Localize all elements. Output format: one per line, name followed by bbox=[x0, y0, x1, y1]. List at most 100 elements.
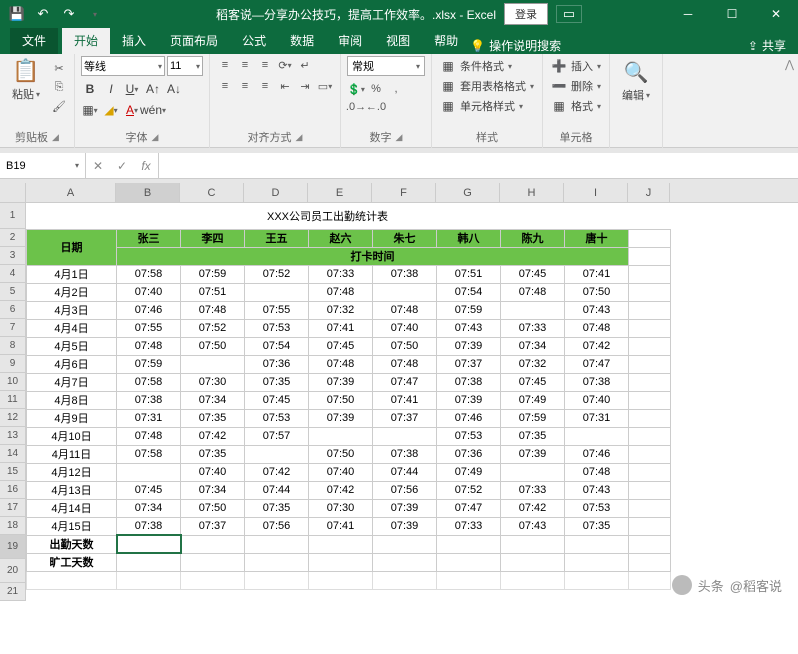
row-header-16[interactable]: 16 bbox=[0, 481, 26, 499]
redo-icon[interactable]: ↷ bbox=[58, 3, 80, 25]
tell-me-search[interactable]: 💡 操作说明搜索 bbox=[470, 37, 561, 54]
number-format-combo[interactable]: 常规▾ bbox=[347, 56, 425, 76]
delete-cells-button[interactable]: ➖删除▾ bbox=[549, 76, 603, 96]
conditional-format-button[interactable]: ▦条件格式▾ bbox=[438, 56, 536, 76]
row-header-17[interactable]: 17 bbox=[0, 499, 26, 517]
increase-indent-icon[interactable]: ⇥ bbox=[296, 77, 314, 95]
tab-file[interactable]: 文件 bbox=[10, 27, 58, 54]
row-header-14[interactable]: 14 bbox=[0, 445, 26, 463]
bold-button[interactable]: B bbox=[81, 80, 99, 98]
align-launcher-icon[interactable]: ◢ bbox=[296, 132, 303, 143]
tab-help[interactable]: 帮助 bbox=[422, 27, 470, 54]
col-header-G[interactable]: G bbox=[436, 183, 500, 202]
cut-icon[interactable]: ✂ bbox=[50, 60, 68, 76]
editing-button[interactable]: 🔍 编辑▾ bbox=[616, 56, 656, 107]
row-header-21[interactable]: 21 bbox=[0, 583, 26, 601]
worksheet[interactable]: XXX公司员工出勤统计表日期张三李四王五赵六朱七韩八陈九唐十打卡时间4月1日07… bbox=[26, 203, 671, 590]
selected-cell[interactable] bbox=[117, 535, 181, 553]
row-header-18[interactable]: 18 bbox=[0, 517, 26, 535]
increase-decimal-icon[interactable]: .0→ bbox=[347, 98, 365, 116]
col-header-C[interactable]: C bbox=[180, 183, 244, 202]
row-header-3[interactable]: 3 bbox=[0, 247, 26, 265]
share-button[interactable]: ⇪ 共享 bbox=[748, 37, 786, 54]
tab-view[interactable]: 视图 bbox=[374, 27, 422, 54]
row-header-19[interactable]: 19 bbox=[0, 535, 26, 559]
font-size-combo[interactable]: 11▾ bbox=[167, 56, 203, 76]
row-header-13[interactable]: 13 bbox=[0, 427, 26, 445]
name-box[interactable]: B19▾ bbox=[0, 153, 86, 178]
row-header-4[interactable]: 4 bbox=[0, 265, 26, 283]
col-header-I[interactable]: I bbox=[564, 183, 628, 202]
font-launcher-icon[interactable]: ◢ bbox=[152, 132, 159, 143]
tab-data[interactable]: 数据 bbox=[278, 27, 326, 54]
italic-button[interactable]: I bbox=[102, 80, 120, 98]
qat-dropdown-icon[interactable]: ▾ bbox=[84, 3, 106, 25]
cell-style-button[interactable]: ▦单元格样式▾ bbox=[438, 96, 536, 116]
table-format-button[interactable]: ▦套用表格格式▾ bbox=[438, 76, 536, 96]
col-header-D[interactable]: D bbox=[244, 183, 308, 202]
accept-formula-icon[interactable]: ✓ bbox=[110, 159, 134, 173]
login-button[interactable]: 登录 bbox=[504, 3, 548, 25]
ribbon-options-icon[interactable]: ▭ bbox=[556, 5, 582, 23]
orientation-icon[interactable]: ⟳▾ bbox=[276, 56, 294, 74]
tab-review[interactable]: 审阅 bbox=[326, 27, 374, 54]
undo-icon[interactable]: ↶ bbox=[32, 3, 54, 25]
fx-icon[interactable]: fx bbox=[134, 159, 158, 173]
format-cells-button[interactable]: ▦格式▾ bbox=[549, 96, 603, 116]
col-header-E[interactable]: E bbox=[308, 183, 372, 202]
tab-insert[interactable]: 插入 bbox=[110, 27, 158, 54]
paste-button[interactable]: 📋 粘贴▾ bbox=[6, 56, 46, 104]
align-bottom-icon[interactable]: ≡ bbox=[256, 56, 274, 74]
align-right-icon[interactable]: ≡ bbox=[256, 77, 274, 95]
col-header-B[interactable]: B bbox=[116, 183, 180, 202]
copy-icon[interactable]: ⎘ bbox=[50, 79, 68, 95]
align-top-icon[interactable]: ≡ bbox=[216, 56, 234, 74]
font-color-button[interactable]: A▾ bbox=[123, 101, 141, 119]
row-header-5[interactable]: 5 bbox=[0, 283, 26, 301]
col-header-A[interactable]: A bbox=[26, 183, 116, 202]
fill-color-button[interactable]: ◢▾ bbox=[102, 101, 120, 119]
wrap-text-icon[interactable]: ↵ bbox=[296, 56, 314, 74]
tab-formulas[interactable]: 公式 bbox=[230, 27, 278, 54]
row-header-15[interactable]: 15 bbox=[0, 463, 26, 481]
close-button[interactable]: ✕ bbox=[754, 0, 798, 28]
row-header-8[interactable]: 8 bbox=[0, 337, 26, 355]
underline-button[interactable]: U▾ bbox=[123, 80, 141, 98]
row-header-7[interactable]: 7 bbox=[0, 319, 26, 337]
increase-font-icon[interactable]: A↑ bbox=[144, 80, 162, 98]
decrease-decimal-icon[interactable]: ←.0 bbox=[367, 98, 385, 116]
currency-icon[interactable]: 💲▾ bbox=[347, 80, 365, 98]
maximize-button[interactable]: ☐ bbox=[710, 0, 754, 28]
tab-layout[interactable]: 页面布局 bbox=[158, 27, 230, 54]
collapse-ribbon-icon[interactable]: ⋀ bbox=[785, 58, 794, 71]
insert-cells-button[interactable]: ➕插入▾ bbox=[549, 56, 603, 76]
decrease-indent-icon[interactable]: ⇤ bbox=[276, 77, 294, 95]
row-header-6[interactable]: 6 bbox=[0, 301, 26, 319]
comma-icon[interactable]: , bbox=[387, 80, 405, 98]
format-painter-icon[interactable]: 🖌 bbox=[50, 98, 68, 114]
clipboard-launcher-icon[interactable]: ◢ bbox=[52, 132, 59, 143]
cancel-formula-icon[interactable]: ✕ bbox=[86, 159, 110, 173]
font-name-combo[interactable]: 等线▾ bbox=[81, 56, 165, 76]
merge-cells-icon[interactable]: ▭▾ bbox=[316, 77, 334, 95]
col-header-J[interactable]: J bbox=[628, 183, 670, 202]
row-header-1[interactable]: 1 bbox=[0, 203, 26, 229]
border-button[interactable]: ▦▾ bbox=[81, 101, 99, 119]
row-header-2[interactable]: 2 bbox=[0, 229, 26, 247]
row-header-11[interactable]: 11 bbox=[0, 391, 26, 409]
decrease-font-icon[interactable]: A↓ bbox=[165, 80, 183, 98]
phonetic-button[interactable]: wén▾ bbox=[144, 101, 162, 119]
save-icon[interactable]: 💾 bbox=[6, 3, 28, 25]
row-header-9[interactable]: 9 bbox=[0, 355, 26, 373]
number-launcher-icon[interactable]: ◢ bbox=[396, 132, 403, 143]
col-header-H[interactable]: H bbox=[500, 183, 564, 202]
row-header-20[interactable]: 20 bbox=[0, 559, 26, 583]
align-middle-icon[interactable]: ≡ bbox=[236, 56, 254, 74]
tab-home[interactable]: 开始 bbox=[62, 27, 110, 54]
row-header-12[interactable]: 12 bbox=[0, 409, 26, 427]
row-header-10[interactable]: 10 bbox=[0, 373, 26, 391]
percent-icon[interactable]: % bbox=[367, 80, 385, 98]
minimize-button[interactable]: ─ bbox=[666, 0, 710, 28]
col-header-F[interactable]: F bbox=[372, 183, 436, 202]
align-left-icon[interactable]: ≡ bbox=[216, 77, 234, 95]
